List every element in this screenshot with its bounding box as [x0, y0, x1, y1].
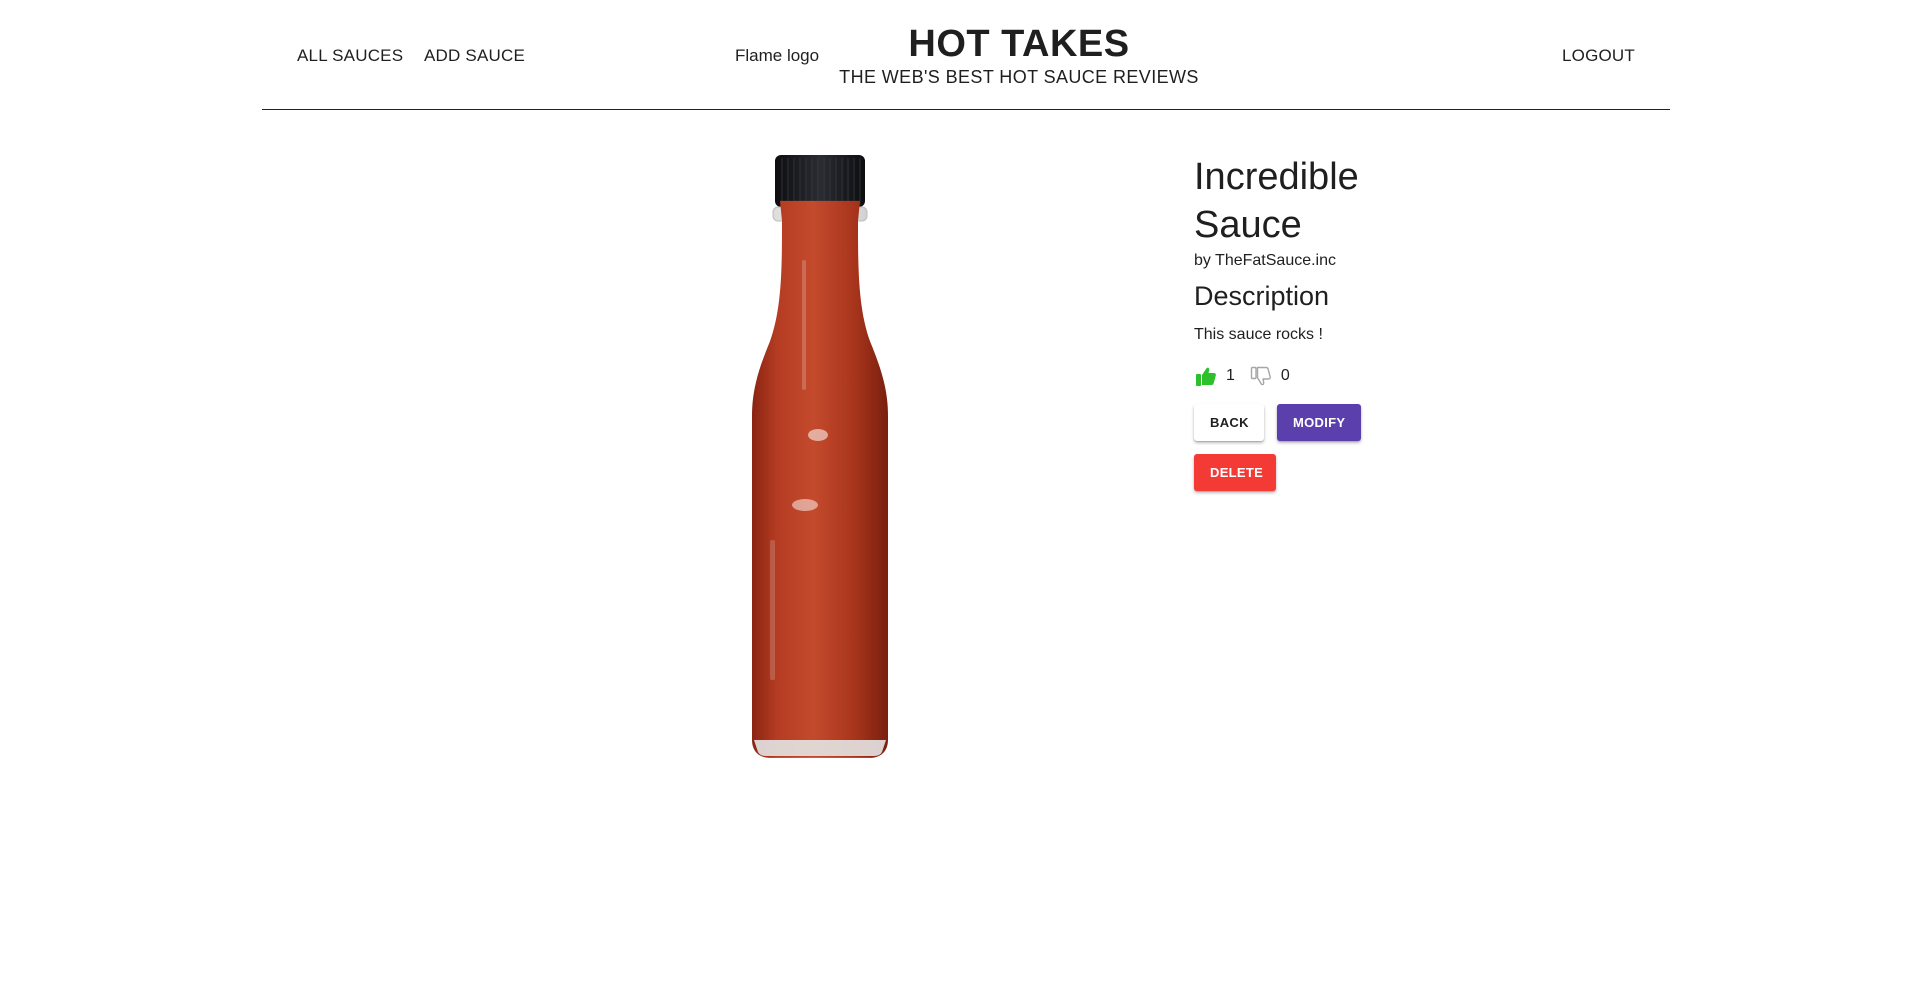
sauce-description: This sauce rocks ! [1194, 326, 1323, 343]
brand-block: HOT TAKES THE WEB'S BEST HOT SAUCE REVIE… [835, 22, 1203, 88]
nav-add-sauce-link[interactable]: ADD SAUCE [424, 46, 525, 66]
sauce-manufacturer: by TheFatSauce.inc [1194, 252, 1337, 269]
delete-button[interactable]: DELETE [1194, 454, 1276, 491]
dislike-button[interactable] [1249, 364, 1273, 388]
sauce-detail-panel: Incredible Sauce by TheFatSauce.inc Desc… [1194, 153, 1494, 491]
logout-link[interactable]: LOGOUT [1562, 46, 1635, 66]
sauce-name-heading: Incredible Sauce [1194, 156, 1359, 246]
description-heading: Description [1194, 281, 1330, 311]
site-header: ALL SAUCES ADD SAUCE Flame logo HOT TAKE… [262, 0, 1670, 110]
site-title: HOT TAKES [908, 23, 1130, 65]
thumbs-up-icon [1196, 367, 1216, 386]
like-count: 1 [1226, 367, 1235, 384]
back-button[interactable]: BACK [1194, 404, 1264, 441]
flame-logo-image[interactable]: Flame logo [735, 46, 819, 66]
site-subtitle: THE WEB'S BEST HOT SAUCE REVIEWS [839, 67, 1199, 87]
sauce-bottle-image [730, 150, 910, 760]
modify-button[interactable]: MODIFY [1277, 404, 1361, 441]
like-button[interactable] [1194, 364, 1218, 388]
thumbs-down-icon [1250, 366, 1271, 386]
hot-sauce-bottle-icon [752, 155, 888, 758]
primary-actions: BACK MODIFY [1194, 404, 1494, 441]
nav-all-sauces-link[interactable]: ALL SAUCES [297, 46, 403, 66]
vote-bar: 1 0 [1194, 362, 1494, 390]
dislike-count: 0 [1280, 367, 1290, 384]
